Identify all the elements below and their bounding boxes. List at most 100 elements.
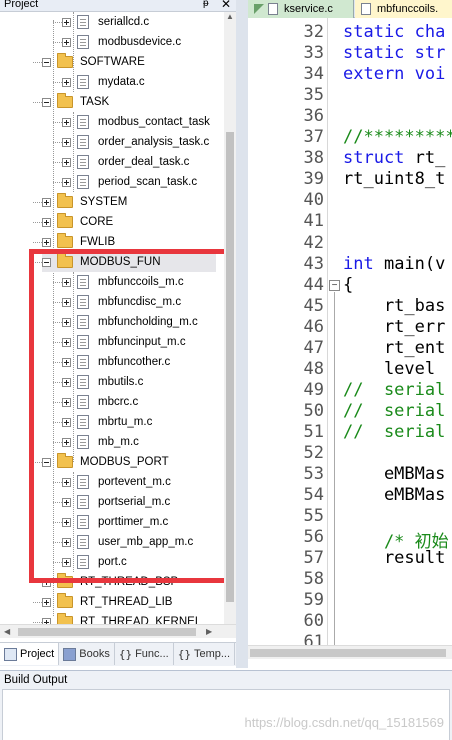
expand-icon[interactable] xyxy=(62,37,71,47)
tree-file[interactable]: porttimer_m.c xyxy=(62,512,168,532)
tab-kservice[interactable]: kservice.c xyxy=(248,0,354,18)
project-vertical-scrollbar[interactable]: ▲ xyxy=(224,12,236,624)
tree-file[interactable]: mbfunccoils_m.c xyxy=(62,272,184,292)
tree-folder[interactable]: SYSTEM xyxy=(42,192,127,212)
expand-icon[interactable] xyxy=(62,297,71,307)
fold-toggle-icon[interactable]: − xyxy=(329,279,340,291)
expand-icon[interactable] xyxy=(62,317,71,327)
project-horizontal-scrollbar[interactable]: ◀ ▶ xyxy=(0,624,236,638)
tree-folder[interactable]: CORE xyxy=(42,212,113,232)
expand-icon[interactable] xyxy=(42,597,51,607)
tree-file[interactable]: port.c xyxy=(62,552,127,572)
tab-templates[interactable]: {} Temp... xyxy=(174,643,236,665)
expand-icon[interactable] xyxy=(62,517,71,527)
panel-splitter[interactable] xyxy=(236,0,248,668)
expand-icon[interactable] xyxy=(42,197,51,207)
scroll-thumb[interactable] xyxy=(18,628,196,636)
code-line[interactable]: rt_uint8_t xyxy=(343,169,445,189)
expand-icon[interactable] xyxy=(62,537,71,547)
expand-icon[interactable] xyxy=(62,397,71,407)
tree-file[interactable]: mbrtu_m.c xyxy=(62,412,152,432)
expand-icon[interactable] xyxy=(62,377,71,387)
tree-file[interactable]: modbusdevice.c xyxy=(62,32,181,52)
code-line[interactable]: static cha xyxy=(343,22,445,42)
tree-folder[interactable]: MODBUS_PORT xyxy=(42,452,169,472)
editor-horizontal-scrollbar[interactable] xyxy=(248,645,452,659)
code-line[interactable]: //********* xyxy=(343,127,452,147)
tree-folder[interactable]: RT_THREAD_LIB xyxy=(42,592,172,612)
expand-icon[interactable] xyxy=(62,77,71,87)
collapse-icon[interactable] xyxy=(42,57,51,67)
code-line[interactable]: // serial xyxy=(343,380,445,400)
code-line[interactable]: // serial xyxy=(343,422,445,442)
code-line[interactable]: rt_ent xyxy=(343,338,445,358)
tree-folder[interactable]: SOFTWARE xyxy=(42,52,145,72)
scroll-thumb[interactable] xyxy=(250,649,446,657)
tab-books[interactable]: Books xyxy=(59,643,115,665)
tree-file[interactable]: seriallcd.c xyxy=(62,12,149,32)
code-line[interactable]: rt_bas xyxy=(343,296,445,316)
tree-file[interactable]: mbfuncholding_m.c xyxy=(62,312,198,332)
tree-file[interactable]: portserial_m.c xyxy=(62,492,170,512)
code-line[interactable]: int main(v xyxy=(343,254,445,274)
scroll-right-icon[interactable]: ▶ xyxy=(206,627,212,636)
tree-folder[interactable]: RT_THREAD_KERNEL xyxy=(42,612,201,624)
expand-icon[interactable] xyxy=(62,337,71,347)
expand-icon[interactable] xyxy=(62,357,71,367)
expand-icon[interactable] xyxy=(62,157,71,167)
code-line[interactable]: result xyxy=(343,548,445,568)
scroll-thumb[interactable] xyxy=(226,132,234,602)
tree-folder[interactable]: MODBUS_FUN xyxy=(42,252,216,272)
tree-file[interactable]: portevent_m.c xyxy=(62,472,171,492)
code-line[interactable]: rt_err xyxy=(343,317,445,337)
code-line[interactable]: struct rt_ xyxy=(343,148,445,168)
tree-file[interactable]: period_scan_task.c xyxy=(62,172,197,192)
pin-icon[interactable]: ᵽ xyxy=(203,0,209,9)
collapse-icon[interactable] xyxy=(42,97,51,107)
scroll-up-icon[interactable]: ▲ xyxy=(226,12,234,21)
expand-icon[interactable] xyxy=(62,497,71,507)
project-tree[interactable]: seriallcd.c modbusdevice.c SOFTWARE mydata.… xyxy=(0,12,236,624)
tab-project[interactable]: Project xyxy=(0,643,60,665)
expand-icon[interactable] xyxy=(62,477,71,487)
tree-file[interactable]: mb_m.c xyxy=(62,432,139,452)
close-icon[interactable]: ✕ xyxy=(221,0,231,11)
tree-file[interactable]: mydata.c xyxy=(62,72,145,92)
expand-icon[interactable] xyxy=(62,17,71,27)
expand-icon[interactable] xyxy=(42,237,51,247)
tree-file[interactable]: mbfuncinput_m.c xyxy=(62,332,186,352)
expand-icon[interactable] xyxy=(62,117,71,127)
code-line[interactable]: eMBMas xyxy=(343,485,445,505)
tree-file[interactable]: modbus_contact_task xyxy=(62,112,210,132)
code-line[interactable]: static str xyxy=(343,43,445,63)
collapse-icon[interactable] xyxy=(42,457,51,467)
expand-icon[interactable] xyxy=(62,557,71,567)
tree-folder[interactable]: FWLIB xyxy=(42,232,115,252)
tree-folder[interactable]: TASK xyxy=(42,92,109,112)
scroll-left-icon[interactable]: ◀ xyxy=(4,627,10,636)
code-line[interactable]: // serial xyxy=(343,401,445,421)
tree-file[interactable]: order_deal_task.c xyxy=(62,152,189,172)
expand-icon[interactable] xyxy=(62,177,71,187)
tree-file[interactable]: order_analysis_task.c xyxy=(62,132,209,152)
tree-file[interactable]: mbcrc.c xyxy=(62,392,138,412)
tree-file[interactable]: mbutils.c xyxy=(62,372,143,392)
tree-file[interactable]: mbfuncother.c xyxy=(62,352,170,372)
tab-functions[interactable]: {} Func... xyxy=(115,643,174,665)
code-line[interactable]: eMBMas xyxy=(343,464,445,484)
expand-icon[interactable] xyxy=(62,437,71,447)
expand-icon[interactable] xyxy=(62,277,71,287)
tree-file[interactable]: mbfuncdisc_m.c xyxy=(62,292,181,312)
expand-icon[interactable] xyxy=(42,577,51,587)
expand-icon[interactable] xyxy=(62,137,71,147)
tree-folder[interactable]: RT_THREAD_BSP xyxy=(42,572,178,592)
code-line[interactable]: extern voi xyxy=(343,64,445,84)
expand-icon[interactable] xyxy=(42,217,51,227)
tab-mbfunccoils[interactable]: mbfunccoils. xyxy=(355,0,452,18)
code-line[interactable]: { xyxy=(343,275,353,295)
expand-icon[interactable] xyxy=(62,417,71,427)
code-editor[interactable]: 32 static cha 33 static str 34 extern voi 35 36… xyxy=(248,18,452,645)
tree-file[interactable]: user_mb_app_m.c xyxy=(62,532,193,552)
collapse-icon[interactable] xyxy=(42,257,51,267)
code-line[interactable]: level xyxy=(343,359,435,379)
